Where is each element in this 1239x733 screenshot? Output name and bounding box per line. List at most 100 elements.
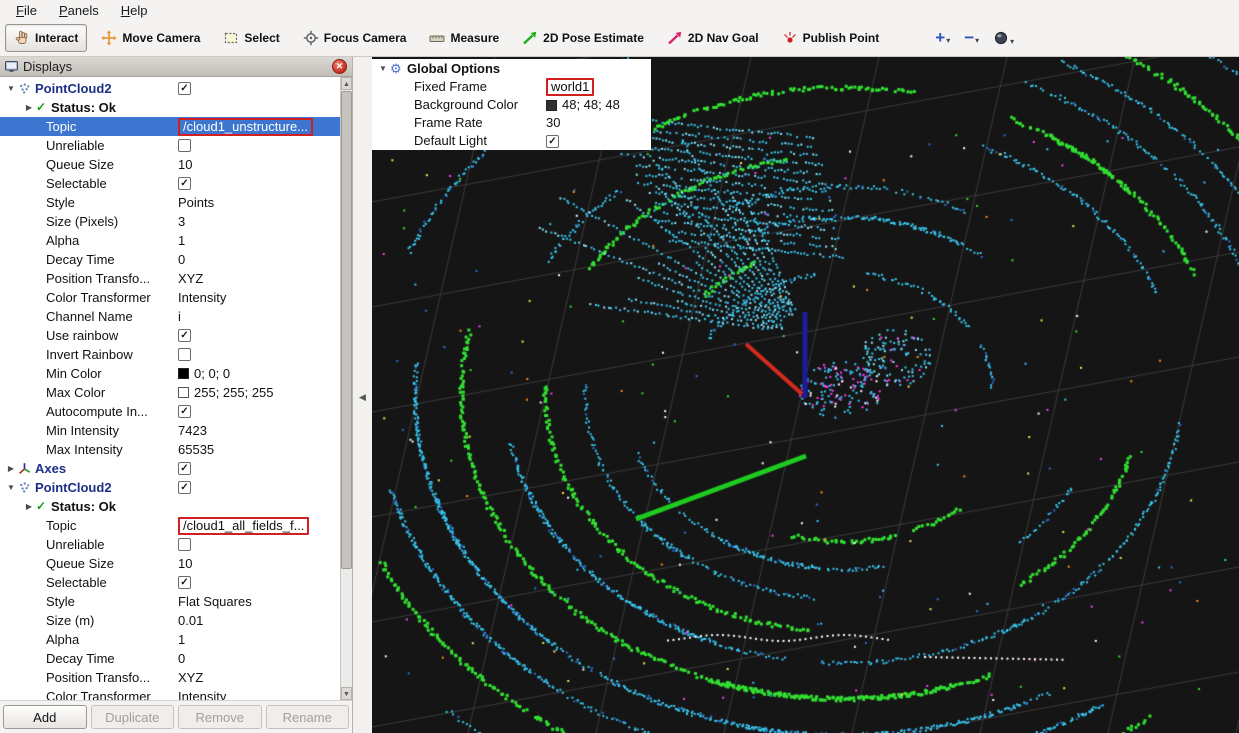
chevron-down-icon[interactable]: ▼ (376, 60, 390, 78)
value-text[interactable]: i (178, 307, 181, 326)
tree-row-topic[interactable]: Topic/cloud1_all_fields_f... (0, 516, 340, 535)
scrollbar-thumb[interactable] (341, 91, 352, 569)
camera-view-button[interactable]: ▾ (993, 30, 1014, 46)
color-swatch[interactable] (178, 387, 189, 398)
tree-row-status-ok[interactable]: ▶✓Status: Ok (0, 98, 340, 117)
scroll-up-icon[interactable]: ▲ (341, 77, 352, 90)
global-row-fixed-frame[interactable]: Fixed Frameworld1 (372, 78, 651, 96)
tool-2d-pose-estimate[interactable]: 2D Pose Estimate (513, 24, 653, 52)
value-text[interactable]: 30 (546, 114, 560, 132)
scrollbar[interactable]: ▲ ▼ (340, 77, 352, 700)
tree-row-min-color[interactable]: Min Color0; 0; 0 (0, 364, 340, 383)
render-canvas[interactable] (372, 57, 1239, 733)
checkbox[interactable] (178, 538, 191, 551)
value-text[interactable]: /cloud1_unstructure... (178, 118, 313, 136)
scrollbar-track[interactable] (341, 90, 352, 687)
chevron-down-icon[interactable]: ▼ (4, 79, 18, 98)
chevron-right-icon[interactable]: ▶ (22, 98, 36, 117)
value-text[interactable]: 48; 48; 48 (562, 96, 620, 114)
tree-row-max-intensity[interactable]: Max Intensity65535 (0, 440, 340, 459)
global-row-global-options[interactable]: ▼⚙Global Options (372, 60, 651, 78)
close-icon[interactable]: ✕ (332, 59, 347, 74)
value-text[interactable]: 255; 255; 255 (194, 383, 274, 402)
tree-row-color-transformer[interactable]: Color TransformerIntensity (0, 687, 340, 700)
tool-publish-point[interactable]: Publish Point (773, 24, 889, 52)
value-text[interactable]: XYZ (178, 269, 203, 288)
tree-row-decay-time[interactable]: Decay Time0 (0, 250, 340, 269)
tree-row-size-pixels[interactable]: Size (Pixels)3 (0, 212, 340, 231)
tool-2d-nav-goal[interactable]: 2D Nav Goal (658, 24, 768, 52)
tree-row-selectable[interactable]: Selectable✓ (0, 573, 340, 592)
checkbox[interactable]: ✓ (178, 481, 191, 494)
value-text[interactable]: 0 (178, 250, 185, 269)
scroll-down-icon[interactable]: ▼ (341, 687, 352, 700)
tree-row-use-rainbow[interactable]: Use rainbow✓ (0, 326, 340, 345)
checkbox[interactable] (178, 348, 191, 361)
value-text[interactable]: 7423 (178, 421, 207, 440)
tree-row-alpha[interactable]: Alpha1 (0, 231, 340, 250)
panel-splitter[interactable]: ◀ (353, 57, 372, 733)
tree-row-status-ok[interactable]: ▶✓Status: Ok (0, 497, 340, 516)
tree-row-decay-time[interactable]: Decay Time0 (0, 649, 340, 668)
value-text[interactable]: 0.01 (178, 611, 203, 630)
checkbox[interactable]: ✓ (178, 329, 191, 342)
tool-move-camera[interactable]: Move Camera (92, 24, 209, 52)
value-text[interactable]: world1 (546, 78, 594, 96)
tree-row-topic[interactable]: Topic/cloud1_unstructure... (0, 117, 340, 136)
plus-button[interactable]: +▾ (935, 31, 950, 45)
tree-row-size-m[interactable]: Size (m)0.01 (0, 611, 340, 630)
tool-select[interactable]: Select (214, 24, 288, 52)
tree-row-axes[interactable]: ▶Axes✓ (0, 459, 340, 478)
tool-measure[interactable]: Measure (420, 24, 508, 52)
value-text[interactable]: /cloud1_all_fields_f... (178, 517, 309, 535)
add-button[interactable]: Add (3, 705, 87, 729)
chevron-right-icon[interactable]: ▶ (4, 459, 18, 478)
checkbox[interactable] (178, 139, 191, 152)
tree-row-style[interactable]: StyleFlat Squares (0, 592, 340, 611)
value-text[interactable]: Points (178, 193, 214, 212)
tree-row-selectable[interactable]: Selectable✓ (0, 174, 340, 193)
tree-row-min-intensity[interactable]: Min Intensity7423 (0, 421, 340, 440)
value-text[interactable]: 3 (178, 212, 185, 231)
color-swatch[interactable] (546, 100, 557, 111)
global-row-background-color[interactable]: Background Color48; 48; 48 (372, 96, 651, 114)
minus-button[interactable]: −▾ (964, 31, 979, 45)
checkbox[interactable]: ✓ (178, 576, 191, 589)
color-swatch[interactable] (178, 368, 189, 379)
value-text[interactable]: Intensity (178, 687, 226, 700)
checkbox[interactable]: ✓ (546, 135, 559, 148)
tree-row-pointcloud2[interactable]: ▼PointCloud2✓ (0, 79, 340, 98)
tree-row-position-transfo[interactable]: Position Transfo...XYZ (0, 668, 340, 687)
collapse-panel-icon[interactable]: ◀ (356, 389, 369, 405)
tool-focus-camera[interactable]: Focus Camera (294, 24, 416, 52)
tool-interact[interactable]: Interact (5, 24, 87, 52)
chevron-right-icon[interactable]: ▶ (22, 497, 36, 516)
tree-row-queue-size[interactable]: Queue Size10 (0, 155, 340, 174)
value-text[interactable]: Intensity (178, 288, 226, 307)
tree-row-autocompute-in[interactable]: Autocompute In...✓ (0, 402, 340, 421)
tree-row-color-transformer[interactable]: Color TransformerIntensity (0, 288, 340, 307)
tree-row-pointcloud2[interactable]: ▼PointCloud2✓ (0, 478, 340, 497)
tree-row-invert-rainbow[interactable]: Invert Rainbow (0, 345, 340, 364)
menu-item-help[interactable]: Help (111, 2, 158, 19)
checkbox[interactable]: ✓ (178, 177, 191, 190)
value-text[interactable]: 1 (178, 630, 185, 649)
value-text[interactable]: 10 (178, 554, 192, 573)
tree-row-position-transfo[interactable]: Position Transfo...XYZ (0, 269, 340, 288)
chevron-down-icon[interactable]: ▼ (4, 478, 18, 497)
value-text[interactable]: XYZ (178, 668, 203, 687)
tree-row-channel-name[interactable]: Channel Namei (0, 307, 340, 326)
checkbox[interactable]: ✓ (178, 462, 191, 475)
value-text[interactable]: 0; 0; 0 (194, 364, 230, 383)
global-row-frame-rate[interactable]: Frame Rate30 (372, 114, 651, 132)
tree-row-style[interactable]: StylePoints (0, 193, 340, 212)
tree-row-alpha[interactable]: Alpha1 (0, 630, 340, 649)
menu-item-panels[interactable]: Panels (49, 2, 109, 19)
tree-row-max-color[interactable]: Max Color255; 255; 255 (0, 383, 340, 402)
tree-row-queue-size[interactable]: Queue Size10 (0, 554, 340, 573)
value-text[interactable]: Flat Squares (178, 592, 252, 611)
value-text[interactable]: 65535 (178, 440, 214, 459)
menu-item-file[interactable]: File (6, 2, 47, 19)
tree-row-unreliable[interactable]: Unreliable (0, 535, 340, 554)
value-text[interactable]: 1 (178, 231, 185, 250)
